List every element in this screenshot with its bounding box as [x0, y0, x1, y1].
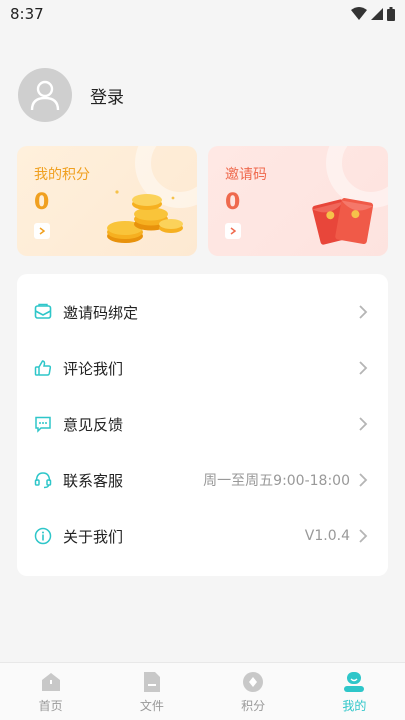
chevron-right-icon: [359, 305, 368, 319]
status-time: 8:37: [10, 5, 44, 23]
menu-item-label: 联系客服: [63, 471, 124, 490]
menu-item-label: 意见反馈: [63, 415, 124, 434]
profile-header[interactable]: 登录: [18, 68, 124, 122]
chevron-right-icon: [359, 473, 368, 487]
summary-cards: 我的积分 0 邀请码 0: [17, 146, 388, 256]
menu-item-label: 评论我们: [63, 359, 124, 378]
menu-item-rate-us[interactable]: 评论我们: [17, 340, 388, 396]
app-version: V1.0.4: [304, 528, 350, 544]
tab-profile[interactable]: 我的: [304, 663, 405, 720]
chevron-right-icon: [359, 529, 368, 543]
tab-label: 文件: [139, 699, 164, 713]
status-icons: [351, 7, 395, 21]
home-icon: [41, 673, 60, 691]
chevron-right-icon: [359, 361, 368, 375]
points-card[interactable]: 我的积分 0: [17, 146, 197, 256]
menu-item-customer-service[interactable]: 联系客服 周一至周五9:00-18:00: [17, 452, 388, 508]
file-icon: [143, 672, 160, 692]
headset-icon: [34, 471, 52, 489]
wifi-icon: [351, 7, 367, 20]
menu-item-feedback[interactable]: 意见反馈: [17, 396, 388, 452]
profile-icon: [344, 672, 365, 692]
coins-icon: [107, 190, 183, 243]
tab-label: 首页: [38, 699, 63, 713]
tab-points[interactable]: 积分: [203, 663, 304, 720]
chevron-right-icon: [230, 227, 236, 235]
tab-files[interactable]: 文件: [101, 663, 202, 720]
avatar[interactable]: [18, 68, 72, 122]
tab-label: 积分: [241, 699, 266, 713]
menu-item-label: 邀请码绑定: [63, 303, 139, 322]
points-arrow-button[interactable]: [34, 223, 50, 239]
points-icon: [243, 672, 264, 692]
signal-icon: [371, 8, 383, 20]
tab-home[interactable]: 首页: [0, 663, 101, 720]
menu-item-invite-binding[interactable]: 邀请码绑定: [17, 284, 388, 340]
status-bar: 8:37: [0, 0, 405, 28]
service-hours: 周一至周五9:00-18:00: [203, 473, 350, 489]
battery-icon: [387, 7, 395, 21]
feedback-icon: [34, 415, 52, 433]
login-link[interactable]: 登录: [90, 83, 124, 108]
info-icon: [34, 527, 52, 545]
invite-card[interactable]: 邀请码 0: [208, 146, 388, 256]
chevron-right-icon: [39, 227, 45, 235]
menu-item-label: 关于我们: [63, 527, 124, 546]
tab-label: 我的: [342, 699, 367, 713]
invite-arrow-button[interactable]: [225, 223, 241, 239]
settings-menu: 邀请码绑定 评论我们 意见反馈 联系客服 周一至周五9:00-18:00 关于我…: [17, 274, 388, 576]
envelope-icon: [34, 303, 52, 321]
chevron-right-icon: [359, 417, 368, 431]
user-icon: [30, 80, 60, 111]
thumbs-up-icon: [34, 359, 52, 377]
bottom-tab-bar: 首页 文件 积分 我的: [0, 662, 405, 720]
menu-item-about-us[interactable]: 关于我们 V1.0.4: [17, 508, 388, 564]
red-envelope-icon: [312, 198, 374, 245]
